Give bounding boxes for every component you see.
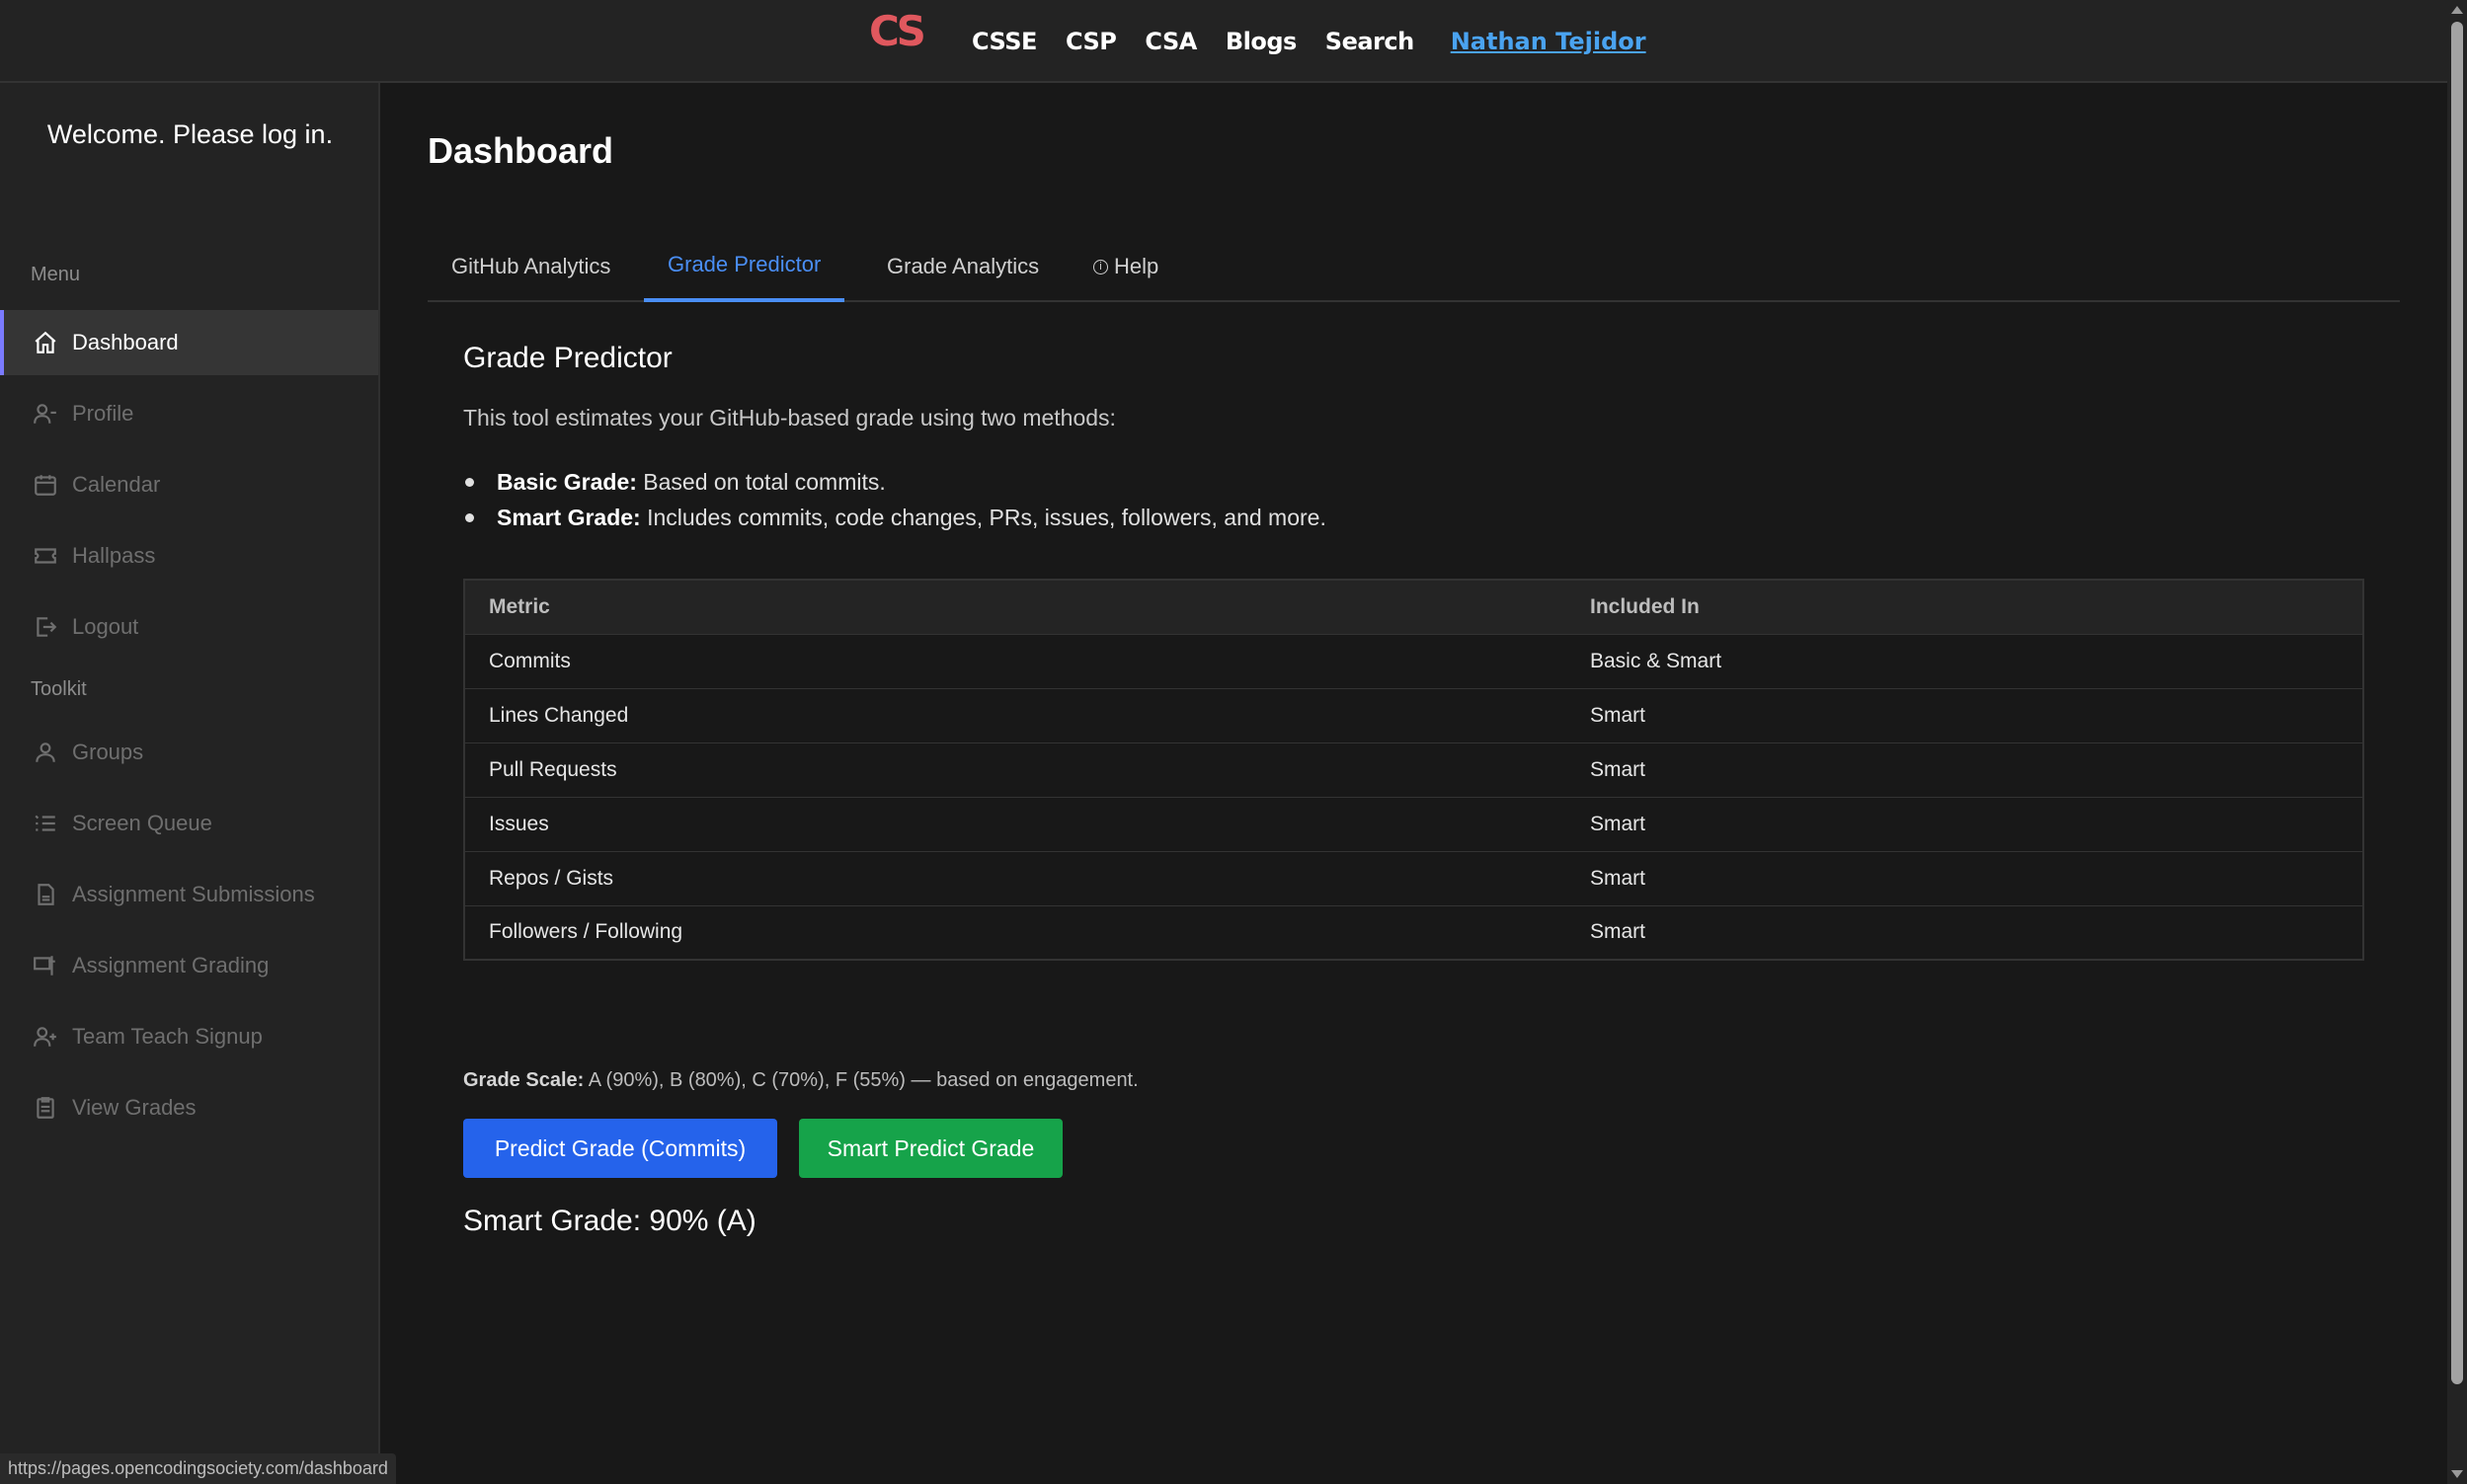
sidebar-item-logout[interactable]: Logout <box>0 594 378 660</box>
grading-icon <box>33 953 58 978</box>
tab-grade-analytics[interactable]: Grade Analytics <box>887 231 1039 302</box>
clipboard-icon <box>33 1095 58 1121</box>
sidebar-item-dashboard[interactable]: Dashboard <box>0 310 378 375</box>
sidebar-item-screen-queue[interactable]: Screen Queue <box>0 791 378 856</box>
sidebar-item-groups[interactable]: Groups <box>0 720 378 785</box>
tab-label: Grade Predictor <box>668 252 822 276</box>
predict-grade-button[interactable]: Predict Grade (Commits) <box>463 1119 777 1178</box>
grade-result: Smart Grade: 90% (A) <box>463 1205 756 1237</box>
grade-scale: Grade Scale: A (90%), B (80%), C (70%), … <box>463 1069 1139 1092</box>
tab-bar: GitHub Analytics Grade Predictor Grade A… <box>428 231 2400 302</box>
top-navbar: CS CSSE CSP CSA Blogs Search Nathan Teji… <box>0 0 2447 83</box>
nav-link-search[interactable]: Search <box>1325 28 1414 55</box>
table-cell: Smart <box>1566 797 2363 852</box>
sidebar-item-label: Screen Queue <box>72 811 212 835</box>
sidebar-item-label: Dashboard <box>72 330 179 354</box>
table-cell: Smart <box>1566 851 2363 906</box>
scroll-down-arrow-icon[interactable] <box>2451 1470 2463 1478</box>
sidebar-item-assignment-grading[interactable]: Assignment Grading <box>0 933 378 998</box>
users-icon <box>33 740 58 765</box>
table-row: Pull Requests Smart <box>464 742 2363 798</box>
sidebar-item-label: View Grades <box>72 1095 197 1120</box>
table-cell: Followers / Following <box>464 905 1566 961</box>
table-cell: Lines Changed <box>464 688 1566 743</box>
table-header-included-in: Included In <box>1566 580 2363 635</box>
page-title: Dashboard <box>428 130 614 171</box>
sidebar-item-assignment-submissions[interactable]: Assignment Submissions <box>0 862 378 927</box>
table-row: Commits Basic & Smart <box>464 634 2363 689</box>
table-row: Followers / Following Smart <box>464 905 2363 961</box>
section-title: Grade Predictor <box>463 342 673 374</box>
tab-help[interactable]: i Help <box>1093 231 1158 302</box>
table-cell: Commits <box>464 634 1566 689</box>
sidebar-item-label: Assignment Grading <box>72 953 270 977</box>
table-row: Repos / Gists Smart <box>464 851 2363 906</box>
intro-text: This tool estimates your GitHub-based gr… <box>463 405 1116 430</box>
site-logo[interactable]: CS <box>869 10 926 53</box>
document-icon <box>33 882 58 907</box>
list-item: Smart Grade: Includes commits, code chan… <box>463 500 1326 535</box>
info-icon: i <box>1093 259 1108 274</box>
tab-label: Help <box>1114 254 1159 278</box>
sidebar-item-label: Profile <box>72 401 134 426</box>
method-list: Basic Grade: Based on total commits. Sma… <box>463 464 1326 535</box>
logout-icon <box>33 614 58 640</box>
table-cell: Issues <box>464 797 1566 852</box>
menu-section-label: Menu <box>31 264 81 285</box>
sidebar-item-label: Groups <box>72 740 144 764</box>
scroll-thumb[interactable] <box>2451 22 2463 1384</box>
grade-scale-label: Grade Scale: <box>463 1069 585 1091</box>
home-icon <box>33 330 58 355</box>
user-plus-icon <box>33 1024 58 1050</box>
sidebar-item-calendar[interactable]: Calendar <box>0 452 378 517</box>
sidebar: Welcome. Please log in. Menu Dashboard P… <box>0 83 380 1484</box>
table-cell: Basic & Smart <box>1566 634 2363 689</box>
table-header-metric: Metric <box>464 580 1566 635</box>
table-cell: Repos / Gists <box>464 851 1566 906</box>
sidebar-item-label: Team Teach Signup <box>72 1024 263 1049</box>
bullet-text: Includes commits, code changes, PRs, iss… <box>647 505 1326 530</box>
status-bar-url: https://pages.opencodingsociety.com/dash… <box>0 1453 396 1484</box>
ticket-icon <box>33 543 58 569</box>
tab-grade-predictor[interactable]: Grade Predictor <box>644 231 845 302</box>
welcome-message: Welcome. Please log in. <box>46 119 334 149</box>
table-cell: Smart <box>1566 905 2363 961</box>
toolkit-section-label: Toolkit <box>31 678 87 700</box>
sidebar-item-label: Calendar <box>72 472 161 497</box>
nav-link-csa[interactable]: CSA <box>1145 28 1197 55</box>
nav-links: CSSE CSP CSA Blogs Search Nathan Tejidor <box>972 22 1646 61</box>
bullet-term: Smart Grade: <box>497 505 641 530</box>
metrics-table: Metric Included In Commits Basic & Smart… <box>463 579 2364 961</box>
list-item: Basic Grade: Based on total commits. <box>463 464 1326 500</box>
sidebar-item-label: Assignment Submissions <box>72 882 315 906</box>
nav-link-blogs[interactable]: Blogs <box>1226 28 1297 55</box>
scroll-up-arrow-icon[interactable] <box>2451 6 2463 14</box>
nav-user-link[interactable]: Nathan Tejidor <box>1451 28 1646 55</box>
table-row: Issues Smart <box>464 797 2363 852</box>
table-cell: Smart <box>1566 688 2363 743</box>
sidebar-item-view-grades[interactable]: View Grades <box>0 1075 378 1140</box>
sidebar-item-hallpass[interactable]: Hallpass <box>0 523 378 588</box>
tab-label: GitHub Analytics <box>451 254 611 278</box>
grade-scale-text: A (90%), B (80%), C (70%), F (55%) — bas… <box>588 1069 1139 1091</box>
tab-label: Grade Analytics <box>887 254 1040 278</box>
tab-github-analytics[interactable]: GitHub Analytics <box>451 231 610 302</box>
nav-link-csp[interactable]: CSP <box>1066 28 1117 55</box>
profile-icon <box>33 401 58 427</box>
smart-predict-grade-button[interactable]: Smart Predict Grade <box>799 1119 1063 1178</box>
sidebar-item-label: Logout <box>72 614 139 639</box>
table-row: Lines Changed Smart <box>464 688 2363 743</box>
sidebar-item-label: Hallpass <box>72 543 156 568</box>
table-cell: Smart <box>1566 742 2363 798</box>
nav-link-csse[interactable]: CSSE <box>972 28 1037 55</box>
calendar-icon <box>33 472 58 498</box>
table-header-row: Metric Included In <box>464 580 2363 635</box>
sidebar-item-team-teach-signup[interactable]: Team Teach Signup <box>0 1004 378 1069</box>
list-icon <box>33 811 58 836</box>
bullet-term: Basic Grade: <box>497 469 637 495</box>
page-scrollbar[interactable] <box>2447 0 2467 1484</box>
table-cell: Pull Requests <box>464 742 1566 798</box>
sidebar-item-profile[interactable]: Profile <box>0 381 378 446</box>
bullet-text: Based on total commits. <box>643 469 886 495</box>
